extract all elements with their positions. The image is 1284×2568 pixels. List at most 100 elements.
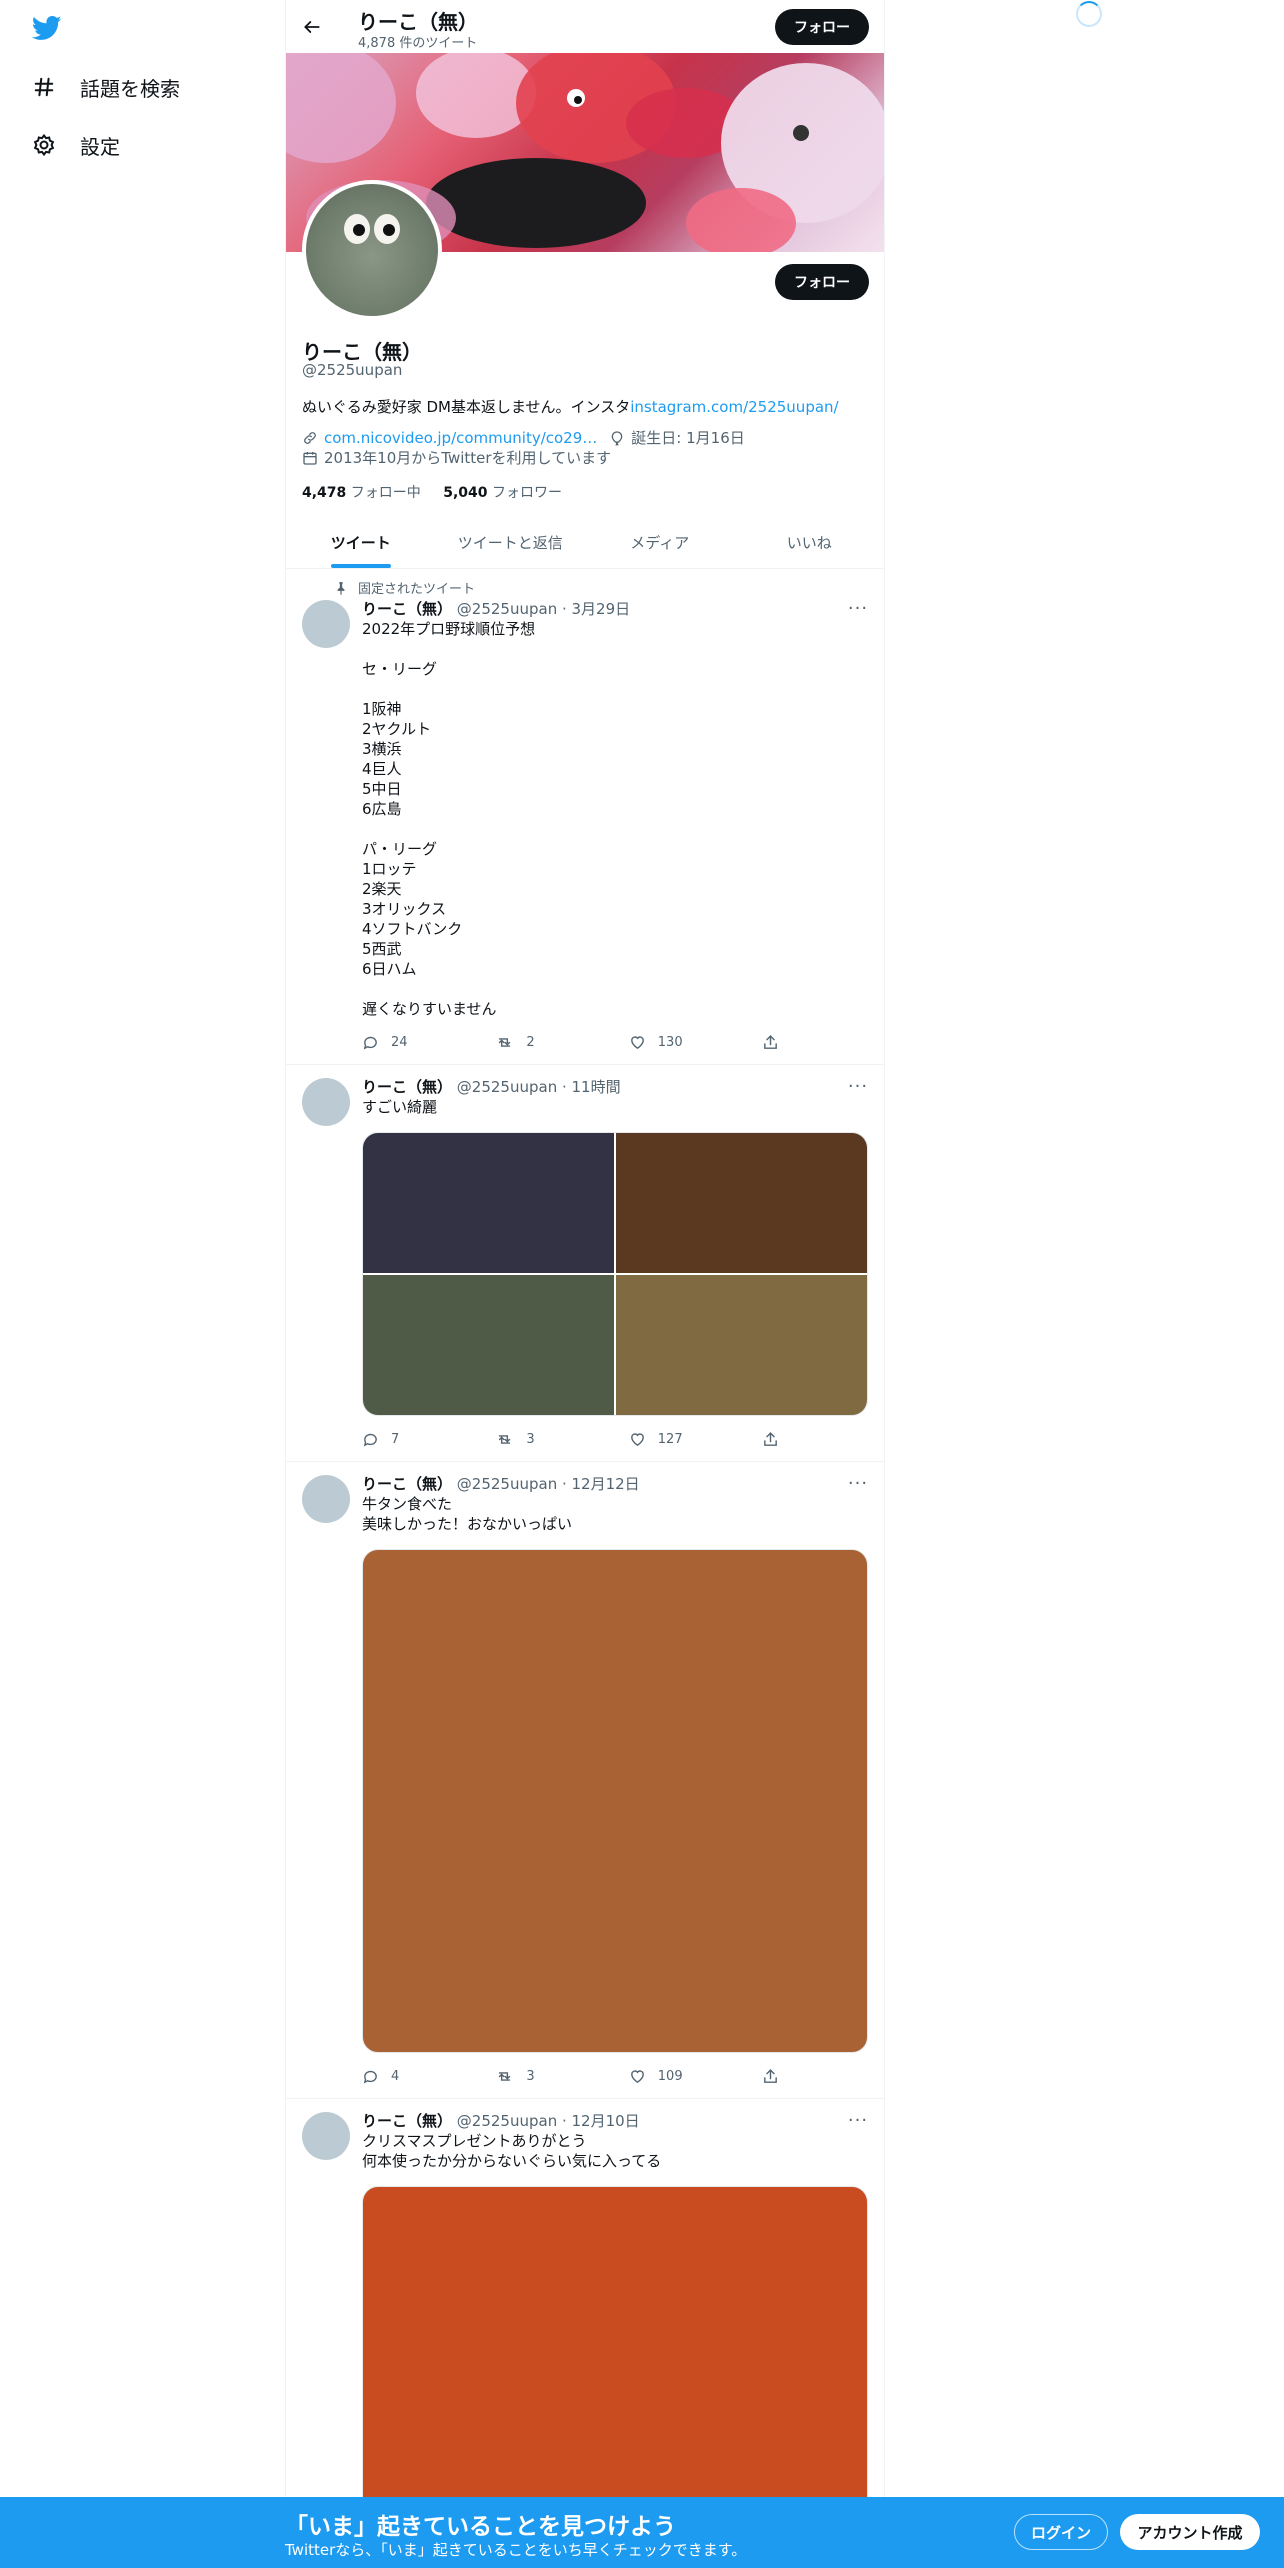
retweet-icon <box>499 2071 511 2081</box>
following-link[interactable]: 4,478 フォロー中 <box>302 485 421 501</box>
tweet-meta: @2525uupan · 12月10日 <box>456 2112 640 2130</box>
tweet-meta: @2525uupan · 3月29日 <box>456 600 631 618</box>
profile-follow-button[interactable]: フォロー <box>775 264 869 300</box>
tweet-author-name[interactable]: りーこ（無） <box>362 1475 452 1493</box>
pinned-label: 固定されたツイート <box>334 578 475 597</box>
tweet-item[interactable]: りーこ（無） @2525uupan · 11時間 ··· すごい綺麗 7 3 1… <box>286 1066 884 1462</box>
like-count: 130 <box>657 1034 683 1050</box>
reply-button[interactable]: 24 <box>362 1032 495 1052</box>
tweet-media-grid[interactable] <box>362 1132 868 1416</box>
header-tweet-count: 4,878 件のツイート <box>358 36 478 51</box>
nav-explore-label: 話題を検索 <box>80 76 180 101</box>
tweet-text: 牛タン食べた 美味しかった！おなかいっぱい <box>362 1495 573 1533</box>
share-button[interactable] <box>762 2066 802 2086</box>
heart-icon <box>630 1432 644 1446</box>
tweet-author-name[interactable]: りーこ（無） <box>362 600 452 618</box>
tweet-photo[interactable] <box>362 1549 868 2053</box>
like-count: 109 <box>657 2068 683 2084</box>
profile-joined-date: 2013年10月からTwitterを利用しています <box>324 449 612 467</box>
tab-media[interactable]: メディア <box>585 516 735 568</box>
tweet-header: りーこ（無） @2525uupan · 11時間 <box>362 1076 621 1097</box>
header-profile-name: りーこ（無） <box>358 10 478 34</box>
retweet-count: 3 <box>526 1431 535 1447</box>
tweet-avatar[interactable] <box>302 1078 350 1126</box>
following-label: フォロー中 <box>350 485 421 501</box>
tweet-text: クリスマスプレゼントありがとう 何本使ったか分からないぐらい気に入ってる <box>362 2132 662 2170</box>
profile-avatar[interactable] <box>302 180 442 320</box>
tweet-meta: @2525uupan · 11時間 <box>456 1078 621 1096</box>
retweet-count: 2 <box>526 1034 535 1050</box>
like-count: 127 <box>657 1431 683 1447</box>
retweet-button[interactable]: 3 <box>495 1429 628 1449</box>
tweet-actions: 7 3 127 <box>362 1429 802 1449</box>
tweet-actions: 24 2 130 <box>362 1032 802 1052</box>
nav-settings[interactable]: 設定 <box>30 125 120 165</box>
signup-banner-title: 「いま」起きていることを見つけよう <box>285 2514 676 2540</box>
nav-explore[interactable]: 話題を検索 <box>30 67 180 107</box>
following-count: 4,478 <box>302 485 347 501</box>
avatar-right-eye <box>374 214 400 244</box>
reply-count: 24 <box>391 1034 408 1050</box>
balloon-icon <box>609 430 625 446</box>
share-button[interactable] <box>762 1032 802 1052</box>
tweet-photo[interactable] <box>363 1133 614 1273</box>
heart-icon <box>630 2069 644 2083</box>
retweet-icon <box>499 1434 511 1444</box>
tab-tweets-and-replies[interactable]: ツイートと返信 <box>436 516 586 568</box>
tweet-photo[interactable] <box>616 1275 867 1415</box>
followers-label: フォロワー <box>491 485 562 501</box>
loading-spinner-icon <box>1076 1 1102 27</box>
profile-follow-stats: 4,478 フォロー中 5,040 フォロワー <box>302 482 562 502</box>
retweet-button[interactable]: 3 <box>495 2066 628 2086</box>
profile-bio-text: ぬいぐるみ愛好家 DM基本返しません。インスタ <box>302 398 631 416</box>
tweet-author-name[interactable]: りーこ（無） <box>362 1078 452 1096</box>
reply-button[interactable]: 4 <box>362 2066 495 2086</box>
tweet-author-name[interactable]: りーこ（無） <box>362 2112 452 2130</box>
tweet-avatar[interactable] <box>302 2112 350 2160</box>
more-options-icon[interactable]: ··· <box>848 2110 868 2131</box>
back-arrow-icon[interactable] <box>298 13 326 41</box>
profile-website-link[interactable]: com.nicovideo.jp/community/co29… <box>324 429 597 447</box>
twitter-bird-icon[interactable] <box>30 13 64 43</box>
more-options-icon[interactable]: ··· <box>848 1473 868 1494</box>
reply-button[interactable]: 7 <box>362 1429 495 1449</box>
heart-icon <box>630 1035 644 1049</box>
login-button[interactable]: ログイン <box>1014 2514 1108 2550</box>
tab-tweets[interactable]: ツイート <box>286 516 436 568</box>
tweet-photo[interactable] <box>616 1133 867 1273</box>
tweet-header: りーこ（無） @2525uupan · 12月10日 <box>362 2110 640 2131</box>
like-button[interactable]: 127 <box>629 1429 762 1449</box>
tweet-avatar[interactable] <box>302 1475 350 1523</box>
signup-button[interactable]: アカウント作成 <box>1120 2514 1260 2550</box>
hashtag-icon <box>30 73 58 101</box>
tweet-photo[interactable] <box>363 1275 614 1415</box>
signup-banner-subtitle: Twitterなら、「いま」起きていることをいち早くチェックできます。 <box>285 2541 747 2559</box>
tweet-item[interactable]: りーこ（無） @2525uupan · 12月12日 ··· 牛タン食べた 美味… <box>286 1463 884 2099</box>
tab-likes[interactable]: いいね <box>735 516 885 568</box>
like-button[interactable]: 130 <box>629 1032 762 1052</box>
signup-banner: 「いま」起きていることを見つけよう Twitterなら、「いま」起きていることを… <box>0 2497 1284 2568</box>
more-options-icon[interactable]: ··· <box>848 1076 868 1097</box>
reply-icon <box>363 1036 377 1049</box>
profile-header-bar: りーこ（無） 4,878 件のツイート フォロー <box>286 0 884 53</box>
followers-count: 5,040 <box>443 485 488 501</box>
like-button[interactable]: 109 <box>629 2066 762 2086</box>
reply-count: 7 <box>391 1431 400 1447</box>
profile-birthday: 誕生日: 1月16日 <box>631 429 745 447</box>
header-follow-button[interactable]: フォロー <box>775 9 869 45</box>
more-options-icon[interactable]: ··· <box>848 598 868 619</box>
nav-settings-label: 設定 <box>80 134 120 159</box>
tweet-meta: @2525uupan · 12月12日 <box>456 1475 640 1493</box>
pinned-text: 固定されたツイート <box>358 582 476 597</box>
tweet-avatar[interactable] <box>302 600 350 648</box>
tweet-header: りーこ（無） @2525uupan · 3月29日 <box>362 598 630 619</box>
tweet-item[interactable]: 固定されたツイート りーこ（無） @2525uupan · 3月29日 ··· … <box>286 570 884 1065</box>
share-button[interactable] <box>762 1429 802 1449</box>
retweet-button[interactable]: 2 <box>495 1032 628 1052</box>
share-icon <box>764 1431 778 1446</box>
profile-bio-link[interactable]: instagram.com/2525uupan/ <box>630 398 838 416</box>
profile-meta-row: com.nicovideo.jp/community/co29… 誕生日: 1月… <box>302 427 745 448</box>
share-icon <box>764 2068 778 2083</box>
followers-link[interactable]: 5,040 フォロワー <box>443 485 562 501</box>
tweet-text: すごい綺麗 <box>362 1098 438 1116</box>
